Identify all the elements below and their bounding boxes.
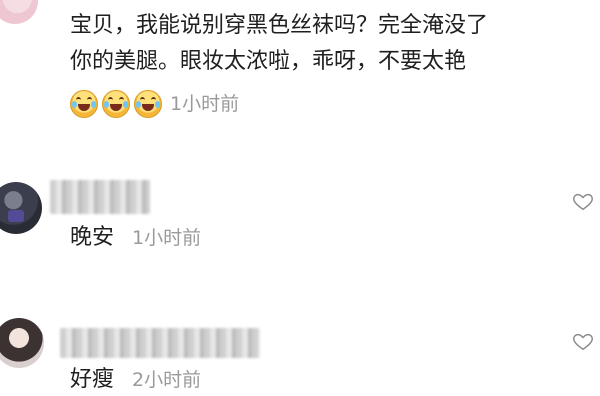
comment-item: 晚安 1小时前 [0, 170, 600, 280]
heart-outline-icon[interactable] [572, 190, 594, 212]
laughing-with-tears-icon [70, 90, 98, 118]
avatar[interactable] [0, 318, 44, 368]
heart-outline-icon[interactable] [572, 330, 594, 352]
avatar[interactable] [0, 182, 42, 234]
redacted-username [60, 328, 260, 358]
comment-text-line-2: 你的美腿。眼妆太浓啦，乖呀，不要太艳 [70, 49, 467, 74]
comment-text-line-1: 宝贝，我能说别穿黑色丝袜吗？完全淹没了 [70, 13, 489, 38]
laughing-with-tears-icon [134, 90, 162, 118]
comment-time: 2小时前 [132, 369, 202, 391]
laughing-with-tears-icon [102, 90, 130, 118]
comment-text: 好瘦 [70, 367, 115, 392]
emoji-reactions [70, 90, 162, 118]
comment-text: 晚安 [70, 225, 115, 250]
comment-item: 宝贝，我能说别穿黑色丝袜吗？完全淹没了 你的美腿。眼妆太浓啦，乖呀，不要太艳 1… [0, 0, 600, 130]
comment-item: 好瘦 2小时前 [0, 300, 600, 394]
avatar[interactable] [0, 0, 38, 24]
comment-time: 1小时前 [132, 227, 202, 249]
redacted-username [50, 180, 150, 214]
comment-time: 1小时前 [170, 93, 240, 115]
